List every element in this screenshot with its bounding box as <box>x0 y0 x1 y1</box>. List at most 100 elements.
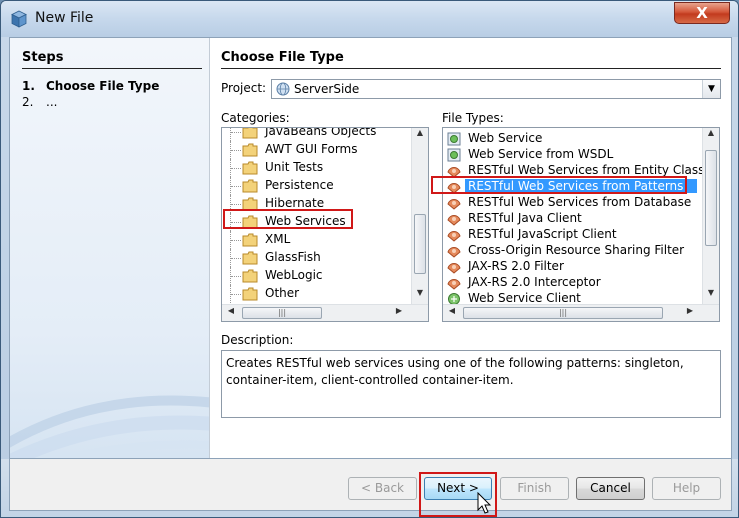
restful-icon <box>447 215 461 226</box>
step-number: 2. <box>22 95 34 109</box>
category-label: Other <box>265 286 300 300</box>
category-item[interactable]: AWT GUI Forms <box>222 141 422 159</box>
category-item[interactable]: JavaBeans Objects <box>222 127 422 141</box>
file-types-list[interactable]: Web Service Web Service from WSDL RESTfu… <box>442 127 720 322</box>
category-label: GlassFish <box>265 250 321 264</box>
scroll-thumb[interactable]: ||| <box>463 307 663 319</box>
file-type-item[interactable]: JAX-RS 2.0 Filter <box>443 259 703 275</box>
file-type-label: Cross-Origin Resource Sharing Filter <box>468 243 685 257</box>
project-label: Project: <box>221 81 267 95</box>
scroll-down-icon[interactable]: ▼ <box>412 288 428 302</box>
scroll-right-icon[interactable]: ▶ <box>392 306 406 315</box>
file-type-item[interactable]: Web Service <box>443 131 703 147</box>
restful-icon <box>447 231 461 242</box>
step-label: Choose File Type <box>46 79 160 93</box>
close-button[interactable]: X <box>674 2 730 24</box>
step-2: 2.... <box>22 95 57 109</box>
netbeans-cube-icon <box>11 10 27 28</box>
file-type-label: Web Service from WSDL <box>468 147 614 161</box>
globe-icon <box>276 82 290 96</box>
scroll-thumb[interactable] <box>414 214 426 274</box>
category-item[interactable]: Unit Tests <box>222 159 422 177</box>
tree-branch <box>230 128 242 141</box>
restful-icon <box>447 199 461 210</box>
finish-button[interactable]: Finish <box>500 477 569 500</box>
category-item[interactable]: GlassFish <box>222 249 422 267</box>
chevron-down-icon[interactable]: ▼ <box>702 80 720 98</box>
tree-branch <box>230 249 242 267</box>
project-value: ServerSide <box>294 82 360 96</box>
category-label: Unit Tests <box>265 160 324 174</box>
tree-branch <box>230 159 242 177</box>
description-text: Creates RESTful web services using one o… <box>221 350 721 418</box>
project-select[interactable]: ServerSide ▼ <box>271 79 721 99</box>
file-type-label: RESTful Web Services from Database <box>468 195 692 209</box>
restful-icon <box>447 263 461 274</box>
folder-icon <box>242 143 258 157</box>
categories-vertical-scrollbar[interactable]: ▲ ▼ <box>411 128 428 304</box>
wizard-content: Steps 1. Choose File Type 2.... Choose Fi… <box>9 37 732 459</box>
title-divider <box>221 68 721 69</box>
back-button[interactable]: < Back <box>348 477 417 500</box>
tree-branch <box>230 267 242 285</box>
web-services-highlight-box <box>223 209 353 229</box>
description-label: Description: <box>221 333 294 347</box>
category-item[interactable]: Persistence <box>222 177 422 195</box>
category-item[interactable]: WebLogic <box>222 267 422 285</box>
file-type-label: RESTful Web Services from Entity Classes <box>468 163 719 177</box>
restful-icon <box>447 247 461 258</box>
file-types-horizontal-scrollbar[interactable]: ◀ ||| ▶ <box>443 304 719 321</box>
file-type-item[interactable]: RESTful Web Services from Database <box>443 195 703 211</box>
tree-branch <box>230 285 242 303</box>
folder-icon <box>242 179 258 193</box>
folder-icon <box>242 287 258 301</box>
category-label: JavaBeans Objects <box>265 127 377 138</box>
category-label: Persistence <box>265 178 334 192</box>
step-label: ... <box>46 95 58 109</box>
file-type-item[interactable]: Web Service from WSDL <box>443 147 703 163</box>
steps-divider <box>22 68 202 69</box>
category-label: XML <box>265 232 291 246</box>
category-item[interactable]: XML <box>222 231 422 249</box>
scroll-right-icon[interactable]: ▶ <box>683 306 697 315</box>
file-type-label: RESTful Java Client <box>468 211 582 225</box>
steps-panel: Steps 1. Choose File Type 2.... <box>10 38 210 458</box>
help-button[interactable]: Help <box>652 477 721 500</box>
tree-branch <box>230 177 242 195</box>
scroll-up-icon[interactable]: ▲ <box>703 128 719 142</box>
cancel-button[interactable]: Cancel <box>576 477 645 500</box>
restful-patterns-highlight-box <box>431 176 687 194</box>
scroll-left-icon[interactable]: ◀ <box>445 306 459 315</box>
categories-horizontal-scrollbar[interactable]: ◀ ||| ▶ <box>222 304 428 321</box>
folder-icon <box>242 251 258 265</box>
window-title: New File <box>35 10 94 26</box>
file-type-label: JAX-RS 2.0 Filter <box>468 259 564 273</box>
new-file-dialog: New File X Steps 1. Choose File Type 2...… <box>0 0 739 518</box>
category-label: WebLogic <box>265 268 323 282</box>
file-type-item[interactable]: Cross-Origin Resource Sharing Filter <box>443 243 703 259</box>
file-types-label: File Types: <box>442 111 504 125</box>
file-type-label: JAX-RS 2.0 Interceptor <box>468 275 601 289</box>
mouse-pointer-icon <box>477 492 492 514</box>
scroll-down-icon[interactable]: ▼ <box>703 288 719 302</box>
decorative-swoosh <box>10 395 209 458</box>
folder-icon <box>242 161 258 175</box>
folder-icon <box>242 269 258 283</box>
scroll-thumb[interactable]: ||| <box>242 307 322 319</box>
categories-label: Categories: <box>221 111 290 125</box>
file-type-item[interactable]: RESTful Java Client <box>443 211 703 227</box>
tree-branch <box>230 231 242 249</box>
category-item[interactable]: Other <box>222 285 422 303</box>
file-types-vertical-scrollbar[interactable]: ▲ ▼ <box>702 128 719 304</box>
steps-title: Steps <box>22 50 64 65</box>
scroll-thumb[interactable] <box>705 150 717 246</box>
file-type-item[interactable]: JAX-RS 2.0 Interceptor <box>443 275 703 291</box>
file-type-item[interactable]: RESTful JavaScript Client <box>443 227 703 243</box>
tree-branch <box>230 141 242 159</box>
scroll-up-icon[interactable]: ▲ <box>412 128 428 142</box>
step-1: 1. Choose File Type <box>22 79 159 93</box>
scroll-left-icon[interactable]: ◀ <box>224 306 238 315</box>
page-title: Choose File Type <box>221 50 344 65</box>
file-type-label: RESTful JavaScript Client <box>468 227 617 241</box>
file-type-label: Web Service <box>468 131 543 145</box>
